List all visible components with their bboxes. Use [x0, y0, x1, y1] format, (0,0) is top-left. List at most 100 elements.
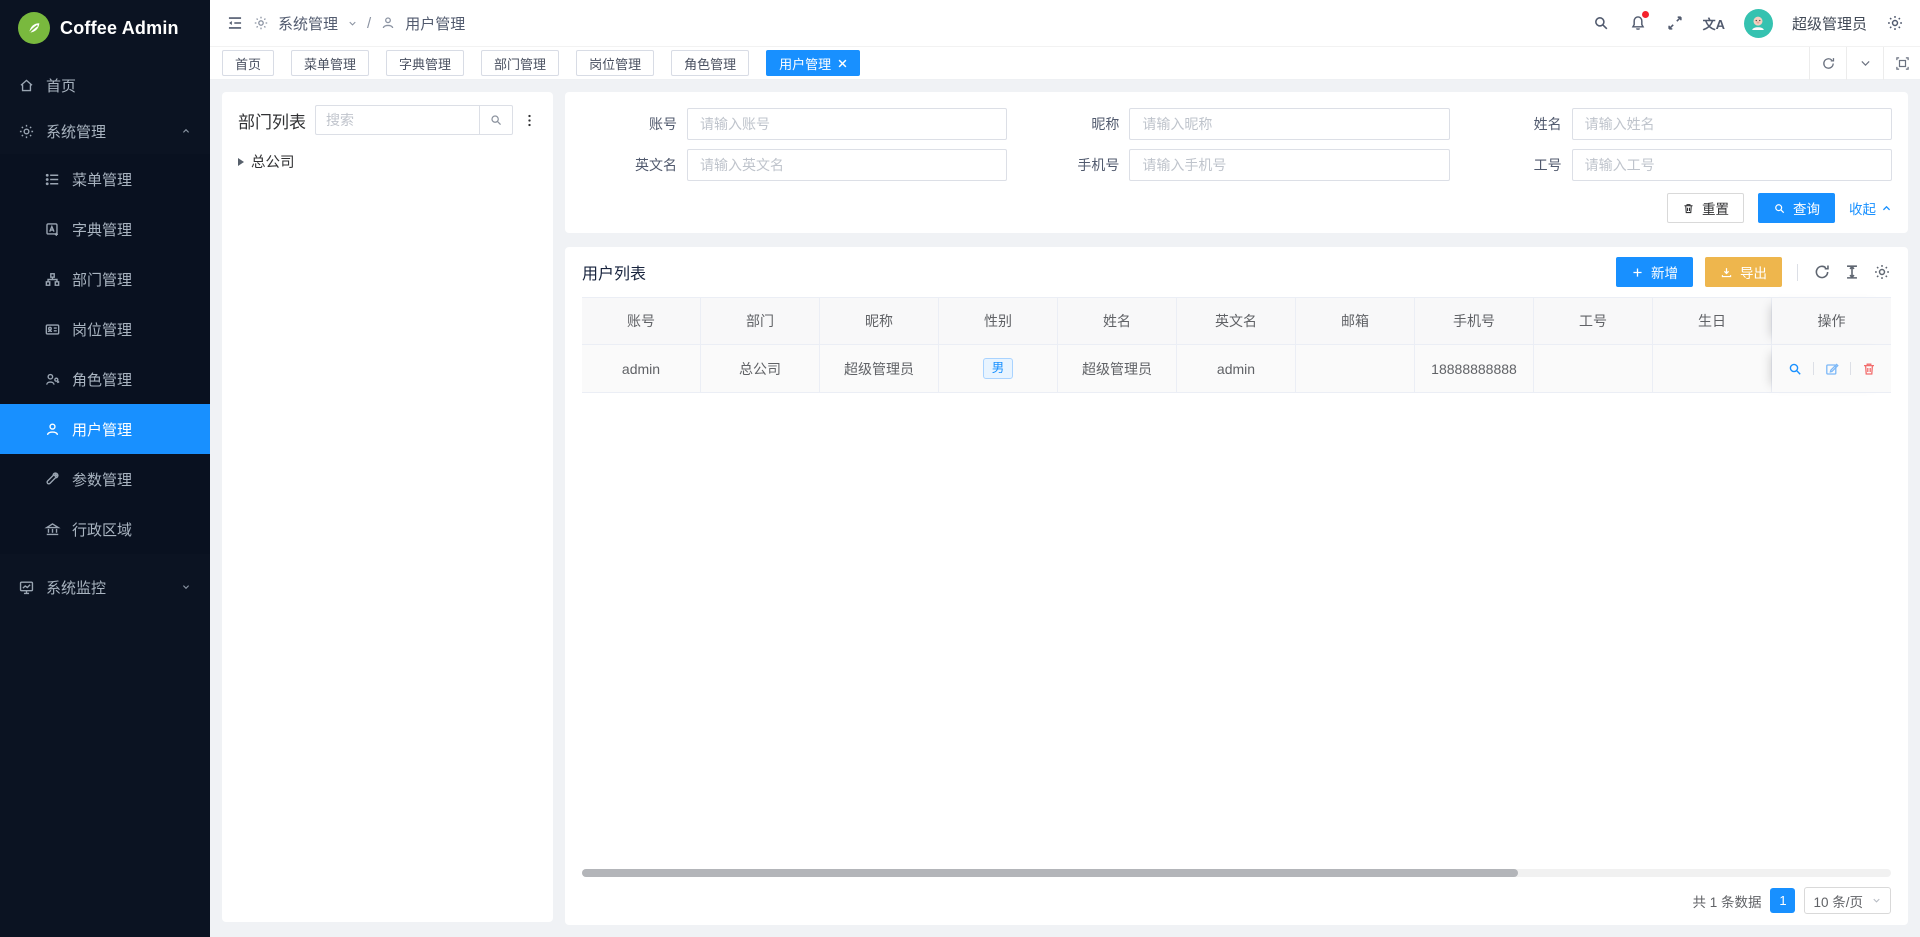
- sidebar-item-dict-management[interactable]: 字典管理: [0, 204, 210, 254]
- current-user-name[interactable]: 超级管理员: [1792, 13, 1867, 34]
- phone-input[interactable]: [1129, 149, 1449, 181]
- tabbar-controls: [1809, 47, 1920, 80]
- sidebar-item-system-monitor[interactable]: 系统监控: [0, 564, 210, 610]
- chevron-down-icon: [1871, 895, 1882, 906]
- maximize-content-icon[interactable]: [1883, 47, 1920, 80]
- tab-dict-management[interactable]: 字典管理: [386, 50, 464, 76]
- page-size-select[interactable]: 10 条/页: [1804, 887, 1891, 914]
- tab-menu-management[interactable]: 菜单管理: [291, 50, 369, 76]
- nickname-input[interactable]: [1129, 108, 1449, 140]
- tab-role-management[interactable]: 角色管理: [671, 50, 749, 76]
- filter-field-phone: 手机号: [1007, 149, 1449, 181]
- query-label: 查询: [1793, 198, 1820, 218]
- sidebar-item-label: 首页: [46, 75, 76, 96]
- tab-list-dropdown-icon[interactable]: [1846, 47, 1883, 80]
- user-table-header: 用户列表 新增 导出: [582, 247, 1891, 297]
- plus-icon: [1631, 266, 1644, 279]
- english-name-input[interactable]: [687, 149, 1007, 181]
- delete-icon[interactable]: [1861, 361, 1877, 377]
- query-button[interactable]: 查询: [1758, 193, 1835, 223]
- action-divider: [1850, 362, 1851, 375]
- refresh-icon[interactable]: [1813, 263, 1831, 281]
- topbar: 系统管理 / 用户管理 文A 超级管理员: [210, 0, 1920, 47]
- tab-post-management[interactable]: 岗位管理: [576, 50, 654, 76]
- tree-node-label: 总公司: [251, 151, 295, 172]
- user-avatar[interactable]: [1744, 9, 1773, 38]
- chevron-up-icon: [1881, 203, 1892, 214]
- sidebar-item-param-management[interactable]: 参数管理: [0, 454, 210, 504]
- chevron-down-icon[interactable]: [347, 18, 358, 29]
- view-detail-icon[interactable]: [1787, 361, 1803, 377]
- sidebar-item-label: 行政区域: [72, 519, 132, 540]
- caret-right-icon[interactable]: [238, 158, 244, 166]
- table-row[interactable]: admin 总公司 超级管理员 男 超级管理员 admin 1888888888…: [582, 345, 1891, 393]
- refresh-tab-icon[interactable]: [1809, 47, 1846, 80]
- breadcrumb-level-2: 用户管理: [405, 13, 465, 34]
- collapse-filter-link[interactable]: 收起: [1849, 198, 1892, 218]
- sidebar-item-system-management[interactable]: 系统管理: [0, 108, 210, 154]
- cell-english-name: admin: [1177, 345, 1296, 393]
- column-header-birthday: 生日: [1653, 297, 1772, 345]
- search-icon[interactable]: [1592, 14, 1610, 32]
- job-number-input[interactable]: [1572, 149, 1892, 181]
- column-header-phone: 手机号: [1415, 297, 1534, 345]
- row-height-icon[interactable]: [1843, 263, 1861, 281]
- sidebar-item-post-management[interactable]: 岗位管理: [0, 304, 210, 354]
- department-search-input[interactable]: [315, 105, 479, 135]
- export-button[interactable]: 导出: [1705, 257, 1782, 287]
- settings-gear-icon[interactable]: [1886, 14, 1904, 32]
- home-icon: [18, 77, 35, 94]
- tab-home[interactable]: 首页: [222, 50, 274, 76]
- translate-icon[interactable]: 文A: [1703, 14, 1725, 33]
- column-settings-gear-icon[interactable]: [1873, 263, 1891, 281]
- collapse-sidebar-icon[interactable]: [226, 14, 244, 32]
- horizontal-scrollbar-track[interactable]: [582, 869, 1891, 877]
- sidebar-item-menu-management[interactable]: 菜单管理: [0, 154, 210, 204]
- account-input[interactable]: [687, 108, 1007, 140]
- cell-account: admin: [582, 345, 701, 393]
- filter-field-nickname: 昵称: [1007, 108, 1449, 140]
- pagination: 共 1 条数据 1 10 条/页: [1692, 887, 1891, 914]
- name-input[interactable]: [1572, 108, 1892, 140]
- edit-icon[interactable]: [1824, 361, 1840, 377]
- system-management-submenu: 菜单管理 字典管理 部门管理 岗位管理 角色管理 用户管理: [0, 154, 210, 554]
- app-title: Coffee Admin: [60, 18, 179, 39]
- cell-name: 超级管理员: [1058, 345, 1177, 393]
- sidebar-menu: 首页 系统管理 菜单管理 字典管理 部门管理 岗位管理: [0, 56, 210, 610]
- toolbar-divider: [1797, 264, 1798, 281]
- sidebar-item-user-management[interactable]: 用户管理: [0, 404, 210, 454]
- search-icon: [1773, 202, 1786, 215]
- page-number-button[interactable]: 1: [1770, 888, 1795, 913]
- sidebar-item-role-management[interactable]: 角色管理: [0, 354, 210, 404]
- cell-birthday: [1653, 345, 1772, 393]
- more-options-icon[interactable]: [522, 113, 537, 128]
- sidebar-item-label: 系统管理: [46, 121, 106, 142]
- horizontal-scrollbar-thumb[interactable]: [582, 869, 1518, 877]
- notification-bell[interactable]: [1629, 14, 1647, 32]
- reset-button[interactable]: 重置: [1667, 193, 1744, 223]
- chevron-up-icon: [180, 125, 192, 137]
- sidebar-item-home[interactable]: 首页: [0, 62, 210, 108]
- fullscreen-icon[interactable]: [1666, 14, 1684, 32]
- filter-panel: 账号 昵称 姓名 英文名 手机号 工号: [565, 92, 1908, 233]
- close-tab-icon[interactable]: [838, 59, 847, 68]
- tree-node-root[interactable]: 总公司: [238, 151, 537, 172]
- sidebar-item-label: 角色管理: [72, 369, 132, 390]
- sidebar-item-admin-region[interactable]: 行政区域: [0, 504, 210, 554]
- total-count-text: 共 1 条数据: [1692, 891, 1761, 911]
- tab-label: 角色管理: [684, 54, 736, 73]
- tab-dept-management[interactable]: 部门管理: [481, 50, 559, 76]
- chevron-down-icon: [180, 581, 192, 593]
- department-search-button[interactable]: [479, 105, 513, 135]
- add-user-button[interactable]: 新增: [1616, 257, 1693, 287]
- tab-label: 字典管理: [399, 54, 451, 73]
- role-key-icon: [44, 371, 61, 388]
- breadcrumb-level-1[interactable]: 系统管理: [278, 13, 338, 34]
- filter-field-account: 账号: [565, 108, 1007, 140]
- department-panel-title: 部门列表: [238, 108, 306, 133]
- tab-label: 岗位管理: [589, 54, 641, 73]
- gear-icon: [253, 15, 269, 31]
- field-label: 姓名: [1450, 114, 1572, 134]
- tab-user-management[interactable]: 用户管理: [766, 50, 860, 76]
- sidebar-item-dept-management[interactable]: 部门管理: [0, 254, 210, 304]
